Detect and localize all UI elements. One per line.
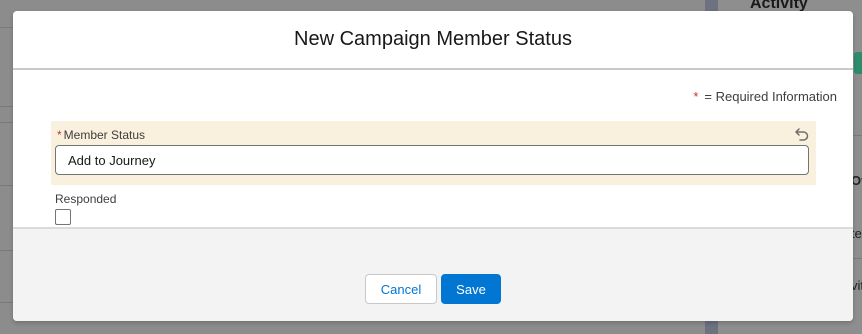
divider (0, 185, 13, 186)
member-status-field: * Member Status Add to Journey (51, 121, 816, 185)
divider (0, 122, 13, 123)
required-marker: * (693, 89, 699, 104)
member-status-input[interactable]: Add to Journey (55, 145, 809, 175)
divider (0, 250, 13, 251)
activity-icon (854, 52, 862, 74)
responded-checkbox[interactable] (55, 209, 71, 225)
modal-footer: Cancel Save (13, 227, 853, 321)
modal-title: New Campaign Member Status (294, 28, 572, 50)
save-button[interactable]: Save (441, 274, 501, 304)
divider (0, 27, 13, 28)
required-marker: * (57, 128, 62, 142)
required-information-note: * = Required Information (693, 89, 837, 104)
member-status-label-text: Member Status (63, 128, 146, 142)
new-campaign-member-status-modal: New Campaign Member Status * = Required I… (13, 11, 853, 321)
responded-label: Responded (55, 192, 117, 206)
undo-icon[interactable] (794, 126, 810, 142)
divider (0, 106, 13, 107)
cancel-button[interactable]: Cancel (365, 274, 437, 304)
divider (0, 302, 13, 303)
modal-header: New Campaign Member Status (13, 11, 853, 70)
member-status-label: * Member Status (57, 128, 145, 142)
required-note-text: = Required Information (704, 89, 837, 104)
